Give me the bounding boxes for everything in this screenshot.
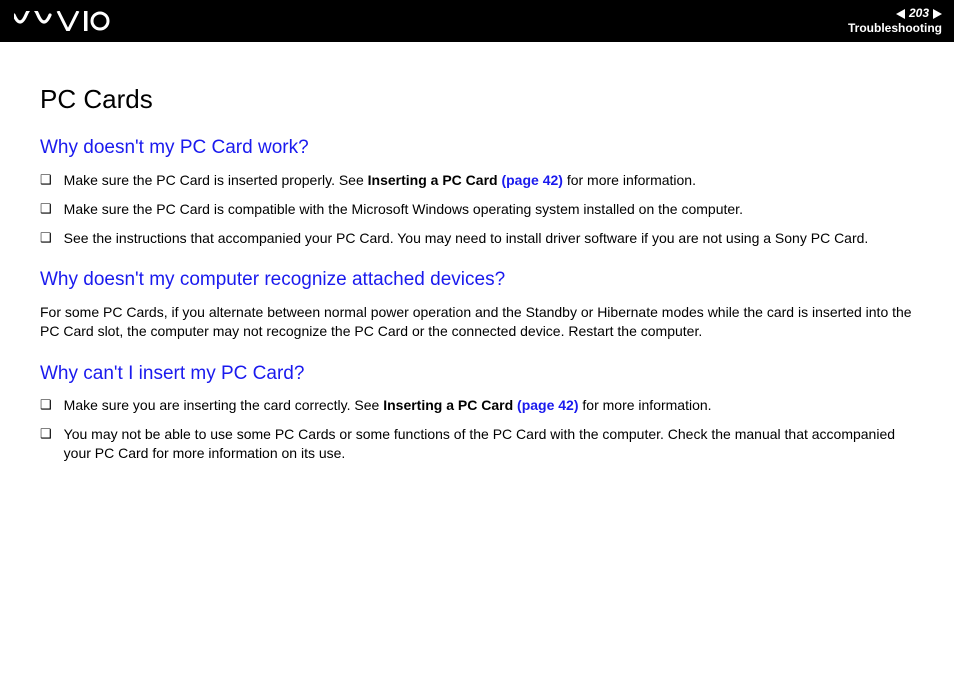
bullet-icon: ❑ (40, 396, 52, 414)
page-link[interactable]: (page 42) (501, 172, 562, 188)
page-number: 203 (909, 7, 929, 20)
bullet-icon: ❑ (40, 229, 52, 247)
bullet-icon: ❑ (40, 200, 52, 218)
text-bold: Inserting a PC Card (383, 397, 517, 413)
list-item: ❑ You may not be able to use some PC Car… (40, 425, 914, 463)
list-item: ❑ Make sure you are inserting the card c… (40, 396, 914, 415)
bullet-text: Make sure the PC Card is compatible with… (64, 200, 914, 219)
section-paragraph-1: For some PC Cards, if you alternate betw… (40, 303, 914, 341)
text-post: for more information. (563, 172, 696, 188)
section-heading-0: Why doesn't my PC Card work? (40, 135, 914, 161)
header-right: 203 Troubleshooting (848, 7, 942, 34)
list-item: ❑ Make sure the PC Card is inserted prop… (40, 171, 914, 190)
list-item: ❑ See the instructions that accompanied … (40, 229, 914, 248)
text-pre: You may not be able to use some PC Cards… (64, 426, 895, 461)
bullet-text: See the instructions that accompanied yo… (64, 229, 914, 248)
page-title: PC Cards (40, 82, 914, 117)
bullet-text: Make sure you are inserting the card cor… (64, 396, 914, 415)
bullet-text: You may not be able to use some PC Cards… (64, 425, 914, 463)
page-link[interactable]: (page 42) (517, 397, 578, 413)
prev-page-icon[interactable] (896, 9, 905, 19)
text-pre: Make sure the PC Card is inserted proper… (64, 172, 368, 188)
bullet-list-0: ❑ Make sure the PC Card is inserted prop… (40, 171, 914, 248)
bullet-list-2: ❑ Make sure you are inserting the card c… (40, 396, 914, 463)
section-label: Troubleshooting (848, 22, 942, 35)
list-item: ❑ Make sure the PC Card is compatible wi… (40, 200, 914, 219)
section-heading-2: Why can't I insert my PC Card? (40, 361, 914, 387)
bullet-icon: ❑ (40, 425, 52, 443)
page-content: PC Cards Why doesn't my PC Card work? ❑ … (0, 42, 954, 463)
vaio-logo-svg (14, 11, 110, 31)
text-bold: Inserting a PC Card (368, 172, 502, 188)
bullet-icon: ❑ (40, 171, 52, 189)
vaio-logo (14, 11, 110, 31)
text-post: for more information. (579, 397, 712, 413)
section-heading-1: Why doesn't my computer recognize attach… (40, 267, 914, 293)
header-bar: 203 Troubleshooting (0, 0, 954, 42)
bullet-text: Make sure the PC Card is inserted proper… (64, 171, 914, 190)
page-nav: 203 (848, 7, 942, 20)
next-page-icon[interactable] (933, 9, 942, 19)
text-pre: See the instructions that accompanied yo… (64, 230, 869, 246)
text-pre: Make sure you are inserting the card cor… (64, 397, 384, 413)
text-pre: Make sure the PC Card is compatible with… (64, 201, 743, 217)
